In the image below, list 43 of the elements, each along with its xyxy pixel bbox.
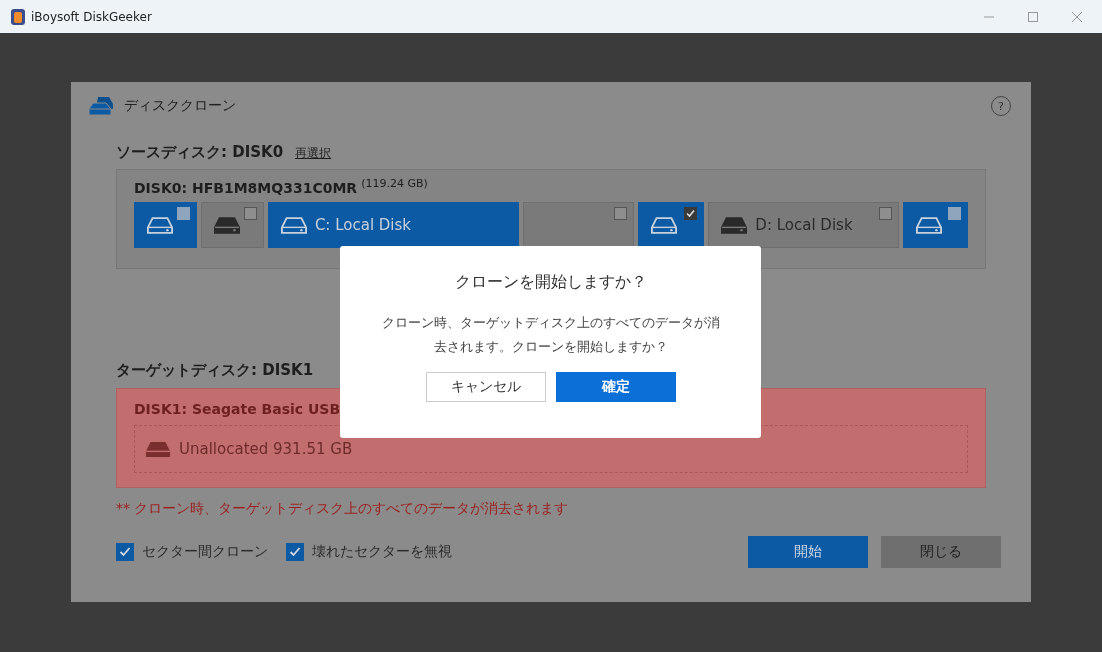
drive-icon bbox=[213, 215, 240, 235]
cancel-button[interactable]: キャンセル bbox=[425, 372, 546, 402]
drive-icon bbox=[147, 215, 173, 235]
checkbox[interactable] bbox=[286, 543, 304, 561]
window-title: iBoysoft DiskGeeker bbox=[31, 9, 152, 24]
partition-label: C: Local Disk bbox=[314, 216, 412, 234]
maximize-icon[interactable] bbox=[1027, 10, 1039, 23]
partition-checkbox[interactable] bbox=[614, 207, 628, 220]
partition-checkbox[interactable] bbox=[243, 207, 257, 220]
partition-checkbox[interactable] bbox=[948, 207, 961, 220]
partition-checkbox[interactable] bbox=[684, 207, 698, 220]
partition-block[interactable] bbox=[638, 202, 705, 248]
disk-name: DISK0: HFB1M8MQ331C0MR bbox=[134, 180, 358, 196]
start-button[interactable]: 開始 bbox=[748, 536, 868, 568]
drive-icon bbox=[916, 215, 943, 235]
partition-label: D: Local Disk bbox=[755, 216, 853, 234]
confirm-button[interactable]: 確定 bbox=[555, 372, 676, 402]
dialog-title: クローンを開始しますか？ bbox=[454, 272, 647, 293]
reselect-link[interactable]: 再選択 bbox=[295, 145, 332, 162]
dialog-message: クローン時、ターゲットディスク上のすべてのデータが消去されます。クローンを開始しますか？ bbox=[380, 314, 721, 356]
partition-block[interactable]: D: Local Disk bbox=[708, 202, 900, 248]
partition-checkbox[interactable] bbox=[176, 207, 190, 220]
partition-block[interactable]: C: Local Disk bbox=[267, 202, 519, 248]
drive-icon bbox=[280, 215, 307, 235]
drive-icon bbox=[651, 215, 678, 235]
drives-icon bbox=[88, 96, 114, 116]
drive-icon bbox=[721, 215, 748, 235]
checkbox[interactable] bbox=[116, 543, 134, 561]
warning-text: ** クローン時、ターゲットディスク上のすべてのデータが消去されます bbox=[116, 500, 570, 518]
space-label: Unallocated 931.51 GB bbox=[179, 440, 353, 458]
disk-name: DISK1: Seagate Basic USB bbox=[134, 401, 342, 417]
panel-title: ディスククローン bbox=[124, 97, 236, 115]
partition-checkbox[interactable] bbox=[879, 207, 893, 220]
close-icon[interactable] bbox=[1071, 10, 1083, 23]
target-disk-heading: ターゲットディスク: DISK1 bbox=[116, 361, 314, 380]
source-disk-heading: ソースディスク: DISK0 bbox=[116, 143, 284, 162]
app-logo-icon bbox=[11, 8, 25, 25]
option-label: セクター間クローン bbox=[142, 543, 268, 561]
drive-icon bbox=[145, 439, 171, 459]
disk-size: (119.24 GB) bbox=[361, 177, 428, 190]
close-button[interactable]: 閉じる bbox=[881, 536, 1001, 568]
partition-block[interactable] bbox=[522, 202, 635, 248]
option-label: 壊れたセクターを無視 bbox=[312, 543, 452, 561]
